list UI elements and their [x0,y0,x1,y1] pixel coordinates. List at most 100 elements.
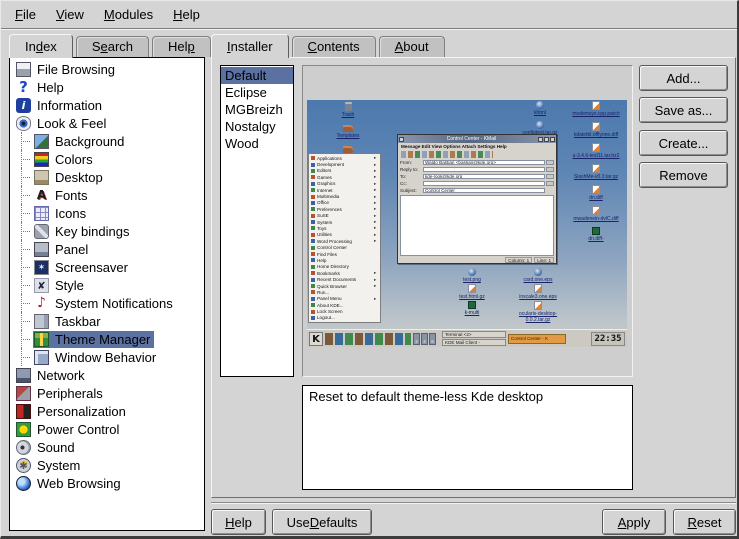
tree-item-content: Colors [33,151,97,168]
tree-item-label: Colors [55,152,93,167]
apply-button[interactable]: Apply [602,509,666,535]
tree-item[interactable]: Help [10,78,204,96]
kmenu-item-label: System [317,220,374,225]
theme-list-item[interactable]: Wood [221,135,293,152]
submenu-arrow-icon [374,200,378,206]
tree-item[interactable]: Panel [10,240,204,258]
kmail-field-label: Reply to: [400,167,422,172]
menubar-item[interactable]: View [46,7,94,22]
tab[interactable]: Help [152,36,211,57]
kmenu-item-icon [311,156,315,160]
submenu-arrow-icon [374,187,378,193]
kmenu-item-label: Lock Screen [317,309,374,314]
tree-item[interactable]: System Notifications [10,294,204,312]
menubar-item[interactable]: Modules [94,7,163,22]
theme-list-item[interactable]: Default [221,67,293,84]
theme-list-item[interactable]: Eclipse [221,84,293,101]
menubar-item[interactable]: Help [163,7,210,22]
theme-list: Default Eclipse MGBreizh Nostalgy Wood [220,65,294,377]
tree-item-content: Web Browsing [15,475,125,492]
tree-item[interactable]: Power Control [10,420,204,438]
kmenu-item: Editors [309,168,380,174]
tree-item-icon [16,98,31,113]
tree-item[interactable]: Fonts [10,186,204,204]
tree-item[interactable]: Colors [10,150,204,168]
tree-item[interactable]: Background [10,132,204,150]
maximize-icon [544,137,549,142]
desktop-icon: dn.diff- [565,227,627,242]
tree-item-icon [34,278,49,293]
tree-item[interactable]: Look & Feel [10,114,204,132]
tab[interactable]: Contents [292,36,376,57]
kmenu-item-label: Games [317,175,374,180]
theme-list-item[interactable]: MGBreizh [221,101,293,118]
tree-item[interactable]: Key bindings [10,222,204,240]
tree-item[interactable]: Desktop [10,168,204,186]
reset-button[interactable]: Reset [673,509,736,535]
menubar-item[interactable]: File [5,7,46,22]
kmenu-item-icon [311,169,315,173]
tab[interactable]: About [379,36,445,57]
minimize-icon [538,137,543,142]
tree-item[interactable]: System [10,456,204,474]
preview-kicker-panel: 246 Terminal <2>KDE Mail Client - Contro… [307,329,627,347]
kmenu-item-label: Preferences [317,207,374,212]
tree-item[interactable]: Sound [10,438,204,456]
tree-item[interactable]: Peripherals [10,384,204,402]
kmenu-item-icon [311,233,315,237]
theme-action-button[interactable]: Remove [639,162,728,188]
tree-item[interactable]: Window Behavior [10,348,204,366]
theme-action-button[interactable]: Save as... [639,97,728,123]
kmail-field-input: Control Center [423,188,545,193]
desktop-icon: SlashMe-v0.3.tar.gz [565,164,627,180]
kmail-field-row: Reply to: [398,166,556,173]
tree-item[interactable]: Theme Manager [10,330,204,348]
tree-item[interactable]: Personalization [10,402,204,420]
tree-item[interactable]: Style [10,276,204,294]
tree-item[interactable]: Web Browsing [10,474,204,492]
tab[interactable]: Installer [211,34,289,58]
theme-action-button[interactable]: Add... [639,65,728,91]
tree-item-content: Desktop [33,169,107,186]
tab[interactable]: Index [9,34,73,58]
kmenu-item: Utilities [309,232,380,238]
use-defaults-button[interactable]: Use Defaults [272,509,372,535]
kmenu-item: Panel Menu [309,296,380,302]
submenu-arrow-icon [374,174,378,180]
tree-item-content: Power Control [15,421,123,438]
theme-action-buttons: Add... Save as... Create... Remove [639,65,728,194]
kmenu-item: Graphics [309,181,380,187]
tree-item-icon [16,62,31,77]
kmenu-item-icon [311,303,315,307]
desktop-pager: 246 [413,333,436,345]
tree-item-label: Icons [55,206,86,221]
kmenu-item: Applications [309,155,380,161]
left-pane: Index Search Help File Browsing [1,29,205,537]
tree-item[interactable]: Taskbar [10,312,204,330]
tree-item[interactable]: Screensaver [10,258,204,276]
main-area: Index Search Help File Browsing [1,29,737,537]
theme-list-item[interactable]: Nostalgy [221,118,293,135]
desktop-icon-label: mwadenein-dvlC.diff [573,216,618,222]
k-menu-button [309,332,323,346]
desktop-icon-label: test.html.gz [459,294,485,300]
desktop-icon-image [592,227,600,235]
tree-item-icon [34,296,49,311]
kmenu-item-label: About KDE... [317,303,374,308]
preview-desktop-icons-left: Trash Templates Autostart [325,102,371,160]
tab[interactable]: Search [76,36,149,57]
tree-item[interactable]: Icons [10,204,204,222]
tree-item[interactable]: File Browsing [10,60,204,78]
tree-item-icon [34,170,49,185]
help-button[interactable]: Help [211,509,266,535]
kmail-message-body [400,195,554,256]
tree-item-content: Theme Manager [33,331,154,348]
tree-item-icon [34,188,49,203]
submenu-arrow-icon [374,219,378,225]
tree-item[interactable]: Information [10,96,204,114]
theme-action-button[interactable]: Create... [639,130,728,156]
kmenu-item-label: Panel Menu [317,296,374,301]
preview-k-menu: Applications Development [308,153,381,323]
tree-item[interactable]: Network [10,366,204,384]
desktop-icon-image [345,102,352,111]
